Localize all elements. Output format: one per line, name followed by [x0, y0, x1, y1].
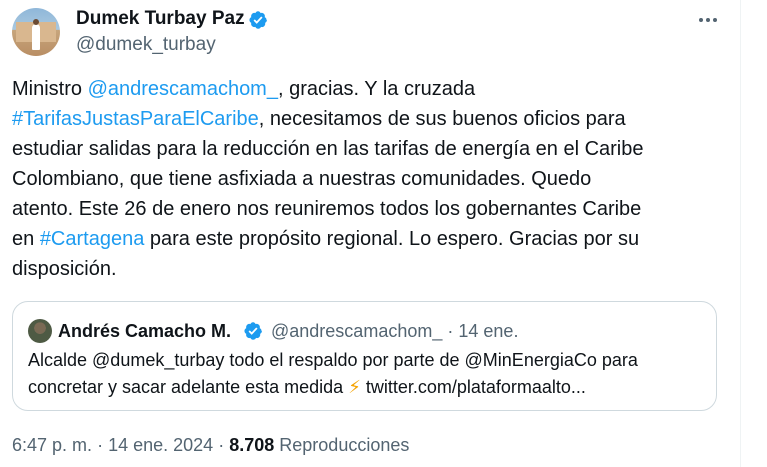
hashtag-link[interactable]: #Cartagena: [40, 228, 145, 250]
author-handle[interactable]: @dumek_turbay: [76, 33, 216, 57]
quoted-link-text: twitter.com/plataformaalto...: [360, 377, 586, 397]
tweet-text-part: Ministro: [12, 78, 88, 100]
tweet-time[interactable]: 6:47 p. m.: [12, 435, 92, 455]
quoted-text: Alcalde @dumek_turbay todo el respaldo p…: [28, 347, 708, 401]
meta-separator: ·: [97, 435, 104, 455]
more-options-icon[interactable]: [696, 8, 720, 32]
quoted-date: 14 ene.: [458, 321, 519, 341]
avatar-head-shape: [33, 19, 39, 25]
quoted-tweet-card[interactable]: Andrés Camacho M. @andrescamachom_ · 14 …: [12, 301, 717, 411]
tweet-footer: 6:47 p. m. · 14 ene. 2024 · 8.708 Reprod…: [12, 433, 409, 457]
quoted-author-name: Andrés Camacho M.: [58, 321, 232, 341]
quoted-handle: @andrescamachom_: [271, 321, 443, 341]
meta-separator: ·: [218, 435, 225, 455]
more-dot: [699, 18, 703, 22]
verified-badge-icon: [244, 322, 262, 340]
quoted-author-avatar: [28, 319, 52, 343]
author-avatar[interactable]: [12, 8, 60, 56]
quoted-text-line: Alcalde @dumek_turbay todo el respaldo p…: [28, 350, 638, 370]
timeline-divider: [740, 0, 741, 467]
views-label: Reproducciones: [279, 435, 410, 455]
tweet-date[interactable]: 14 ene. 2024: [108, 435, 213, 455]
quoted-text-line: concretar y sacar adelante esta medida: [28, 377, 349, 397]
verified-badge-icon: [249, 11, 267, 29]
mention-link[interactable]: @andrescamachom_: [88, 78, 278, 100]
quoted-meta: @andrescamachom_ · 14 ene.: [271, 319, 518, 343]
more-dot: [706, 18, 710, 22]
tweet-text: Ministro @andrescamachom_, gracias. Y la…: [12, 74, 722, 284]
views-count: 8.708: [229, 435, 275, 455]
avatar-person-shape: [32, 24, 40, 50]
more-dot: [713, 18, 717, 22]
hashtag-link[interactable]: #TarifasJustasParaElCaribe: [12, 108, 259, 130]
meta-separator: ·: [447, 321, 454, 341]
tweet-text-part: , gracias. Y la cruzada: [277, 78, 476, 100]
lightning-icon: ⚡: [348, 377, 361, 397]
author-display-name[interactable]: Dumek Turbay Paz: [76, 7, 245, 31]
